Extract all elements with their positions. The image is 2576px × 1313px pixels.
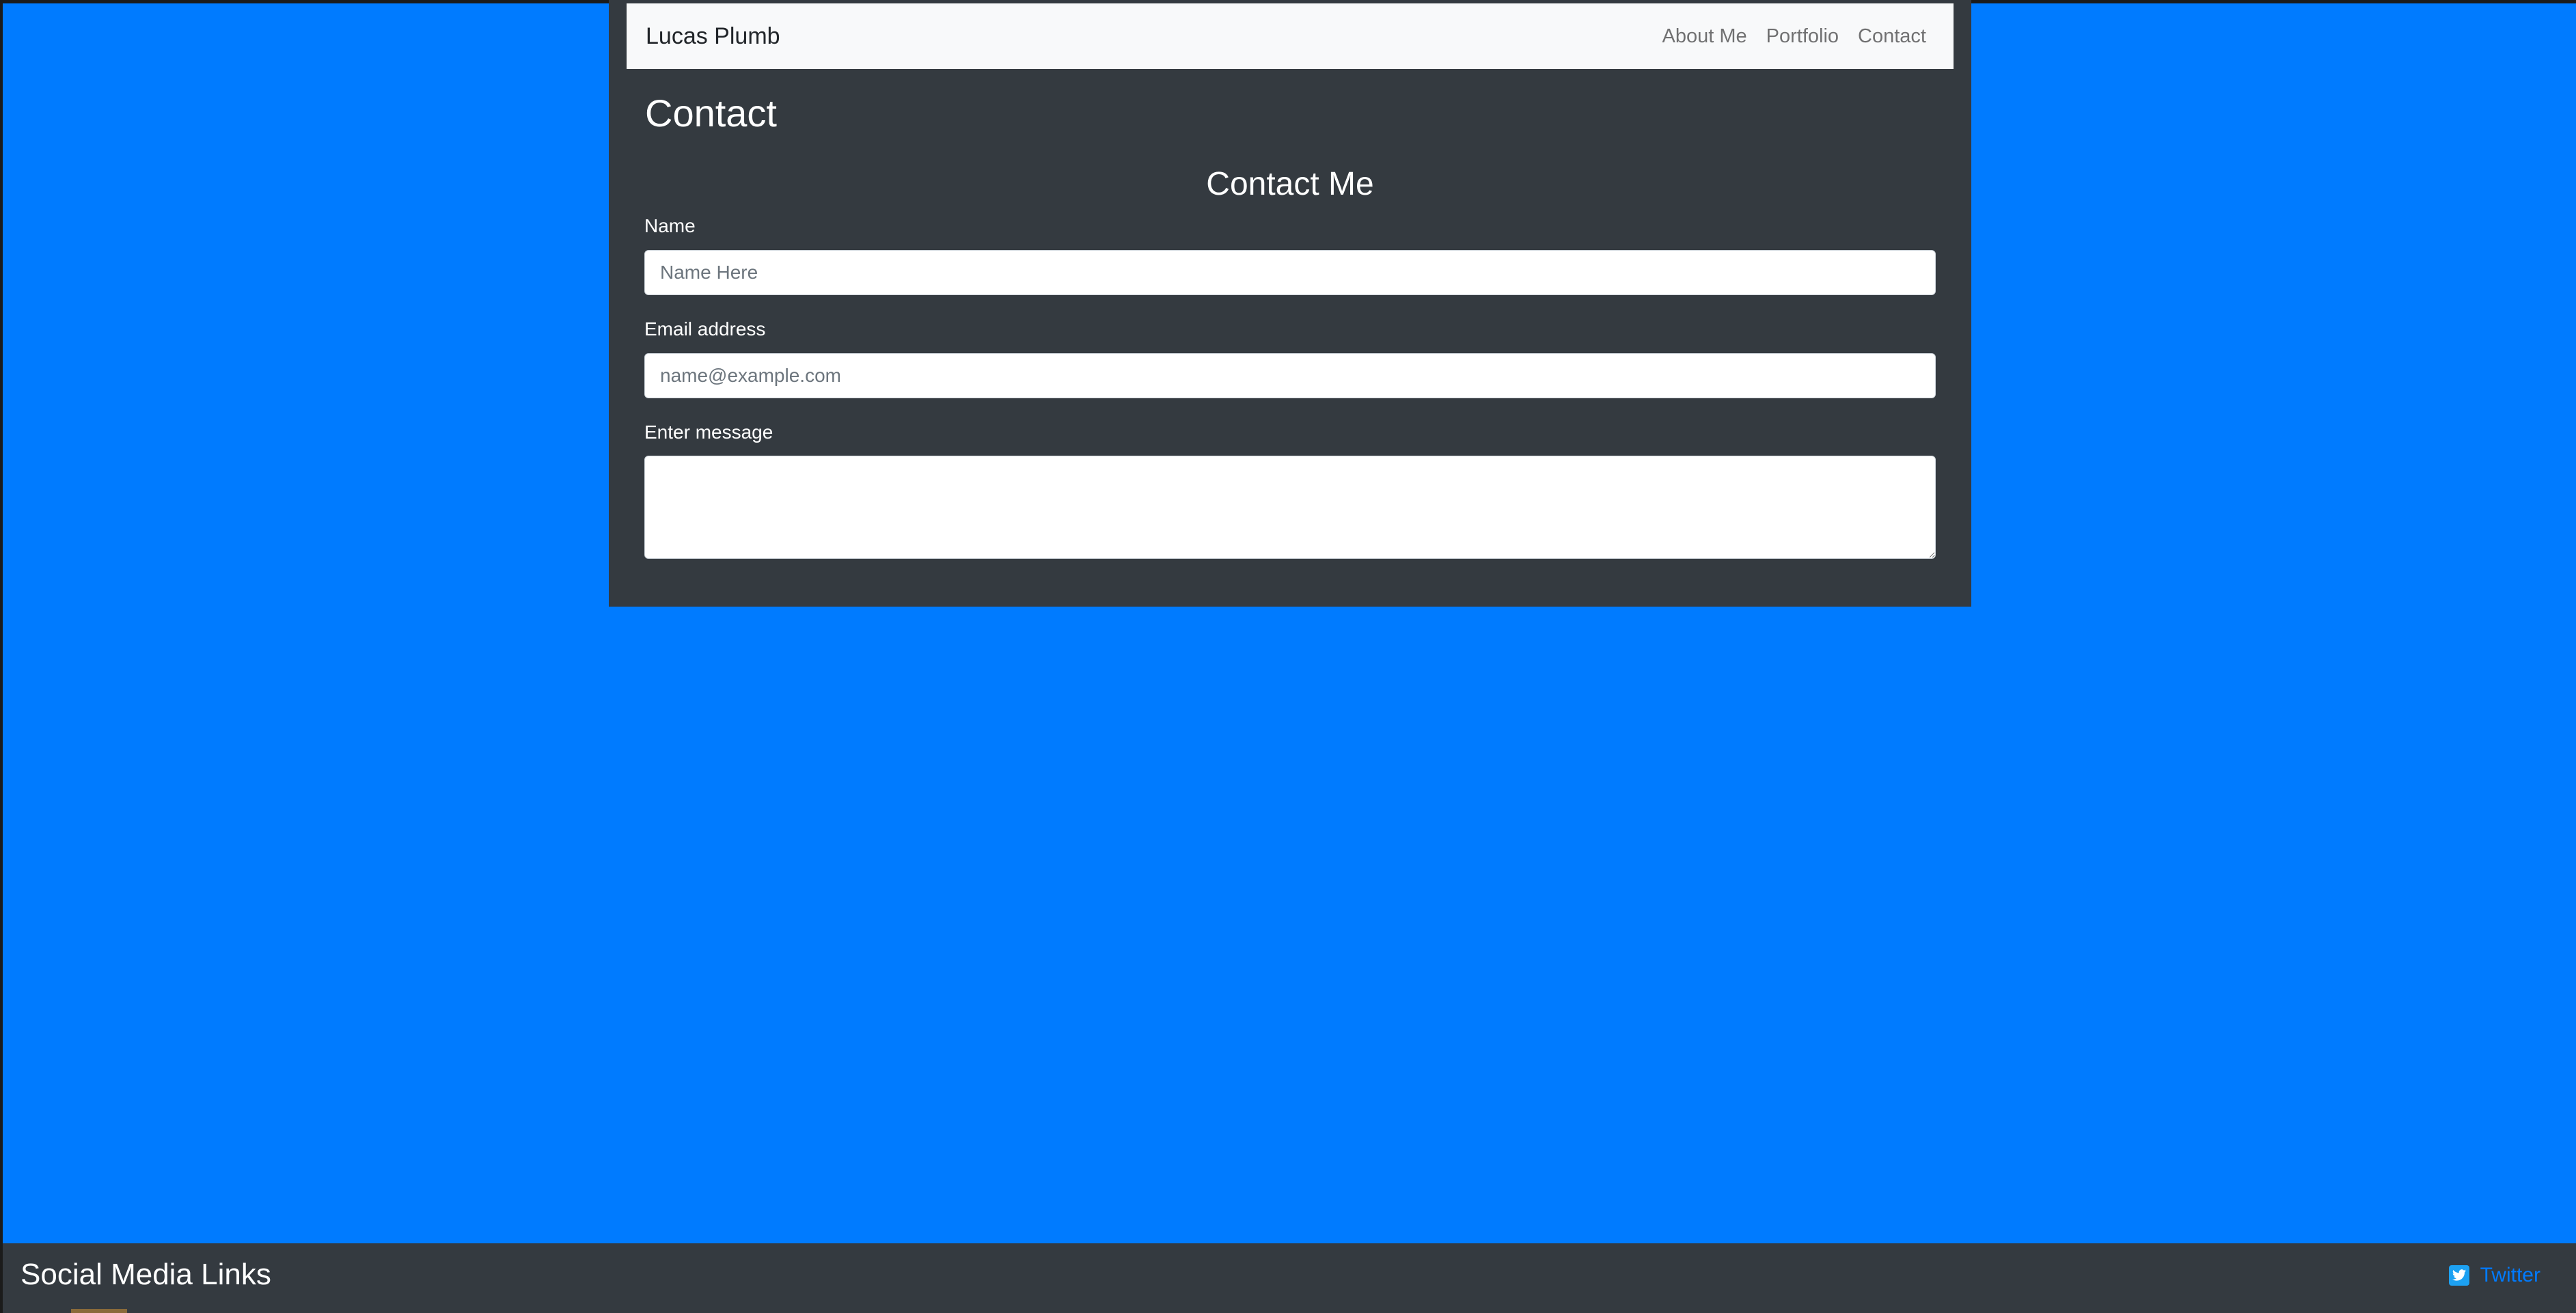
content-container: Lucas Plumb About Me Portfolio Contact C… [609, 0, 1971, 607]
page-title: Contact [645, 92, 777, 135]
name-label: Name [644, 215, 696, 236]
footer-accent-bar [71, 1309, 127, 1313]
nav-link-portfolio[interactable]: Portfolio [1766, 25, 1839, 48]
navbar: Lucas Plumb About Me Portfolio Contact [627, 3, 1954, 69]
nav-links: About Me Portfolio Contact [1662, 3, 1926, 69]
footer-title: Social Media Links [20, 1258, 271, 1291]
nav-link-contact[interactable]: Contact [1858, 25, 1926, 48]
twitter-link-label: Twitter [2480, 1264, 2540, 1286]
window-frame-left [0, 0, 3, 1313]
message-textarea[interactable] [644, 456, 1936, 559]
twitter-link[interactable]: Twitter [2448, 1264, 2540, 1287]
navbar-brand[interactable]: Lucas Plumb [646, 3, 780, 69]
nav-link-about-me[interactable]: About Me [1662, 25, 1747, 48]
name-input[interactable] [644, 250, 1936, 295]
twitter-icon [2448, 1265, 2469, 1286]
email-label: Email address [644, 318, 766, 340]
page: Lucas Plumb About Me Portfolio Contact C… [0, 0, 2576, 1313]
message-label: Enter message [644, 421, 773, 443]
footer: Social Media Links Twitter [3, 1243, 2576, 1313]
contact-form-title: Contact Me [1206, 166, 1374, 202]
email-input[interactable] [644, 353, 1936, 398]
